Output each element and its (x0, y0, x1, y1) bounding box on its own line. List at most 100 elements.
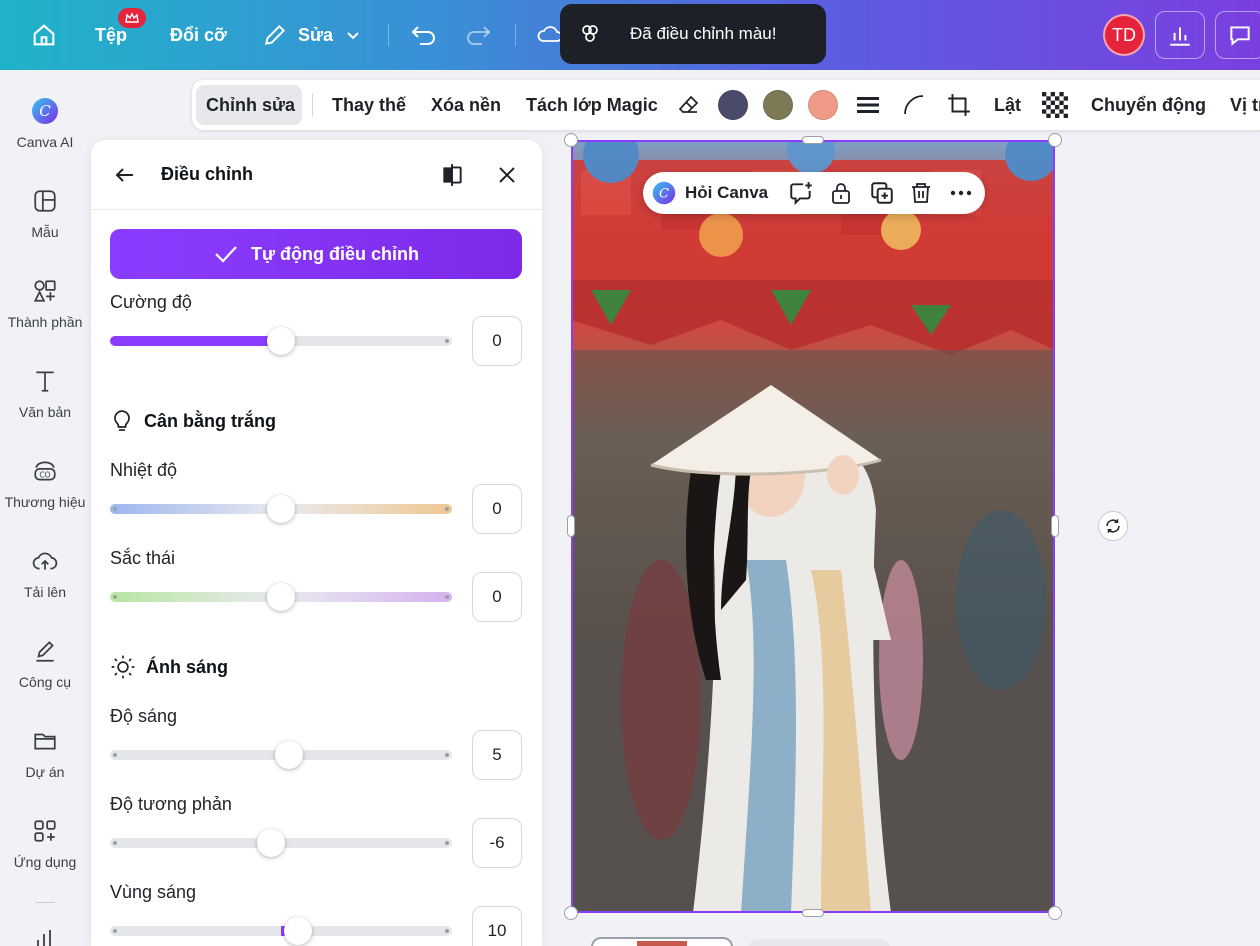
rail-item-projects[interactable]: Dự án (0, 724, 90, 780)
position-button[interactable]: Vị trí (1230, 80, 1260, 130)
ask-canva-button[interactable]: C Hỏi Canva (651, 172, 768, 214)
tint-value-input[interactable]: 0 (472, 572, 522, 622)
remove-background-button[interactable]: Xóa nền (431, 80, 501, 130)
corner-rounding-button[interactable] (902, 80, 926, 130)
contrast-slider[interactable] (110, 829, 452, 857)
white-balance-title: Cân bằng trắng (144, 410, 277, 431)
divider (312, 93, 313, 117)
slider-knob[interactable] (284, 917, 312, 945)
value-text: 0 (492, 331, 502, 350)
brightness-slider[interactable] (110, 741, 452, 769)
eraser-button[interactable] (677, 80, 701, 130)
temperature-value-input[interactable]: 0 (472, 484, 522, 534)
rail-label: Ứng dụng (13, 854, 77, 870)
resize-handle-left[interactable] (567, 515, 575, 537)
back-button[interactable] (113, 163, 137, 192)
user-avatar[interactable]: TD (1103, 14, 1145, 56)
color-adjust-icon (582, 25, 598, 42)
canvas-photo[interactable] (571, 140, 1055, 913)
resize-handle-top-left[interactable] (564, 133, 578, 147)
flip-button[interactable]: Lật (994, 80, 1021, 130)
rail-item-text[interactable]: Văn bản (0, 364, 90, 420)
resize-button[interactable]: Đổi cỡ (170, 0, 227, 70)
intensity-slider[interactable] (110, 327, 452, 355)
home-button[interactable] (30, 0, 58, 70)
upload-icon (32, 544, 58, 578)
slider-end-dot (113, 753, 117, 757)
chevron-down-icon (347, 32, 359, 40)
add-page-thumbnail[interactable] (748, 939, 890, 946)
compare-button[interactable] (439, 162, 465, 193)
rail-item-elements[interactable]: Thành phần (0, 274, 90, 330)
rail-item-canva-ai[interactable]: C Canva AI (0, 94, 90, 150)
panel-title: Điều chỉnh (161, 164, 254, 184)
value-text: -6 (489, 833, 505, 852)
add-comment-button[interactable] (788, 172, 814, 214)
resize-handle-bottom-right[interactable] (1048, 906, 1062, 920)
slider-knob[interactable] (267, 327, 295, 355)
rail-item-uploads[interactable]: Tải lên (0, 544, 90, 600)
rail-item-insights[interactable] (33, 928, 57, 946)
insights-button[interactable] (1155, 11, 1205, 59)
rail-label: Công cụ (18, 674, 72, 690)
border-style-button[interactable] (856, 80, 880, 130)
color-swatch-1[interactable] (718, 90, 748, 120)
undo-button[interactable] (410, 0, 438, 70)
page-thumbnail[interactable] (591, 937, 733, 946)
remove-bg-label: Xóa nền (431, 94, 502, 115)
duplicate-button[interactable] (869, 172, 895, 214)
context-toolbar: Chỉnh sửa Thay thế Xóa nền Tách lớp Magi… (192, 80, 1260, 130)
rail-item-tools[interactable]: Công cụ (0, 634, 90, 690)
avatar-initials: TD (1112, 24, 1136, 45)
slider-knob[interactable] (257, 829, 285, 857)
temperature-slider[interactable] (110, 495, 452, 523)
edit-photo-button[interactable]: Chỉnh sửa (206, 80, 295, 130)
slider-knob[interactable] (275, 741, 303, 769)
photo-illustration (571, 140, 1055, 913)
transparency-button[interactable] (1042, 80, 1068, 130)
lock-button[interactable] (829, 172, 853, 214)
file-label: Tệp (95, 24, 128, 45)
corner-radius-icon (904, 95, 924, 115)
slider-end-dot (445, 339, 449, 343)
rotate-handle[interactable] (1098, 511, 1128, 541)
color-swatch-3[interactable] (808, 90, 838, 120)
delete-button[interactable] (909, 172, 933, 214)
resize-handle-bottom[interactable] (802, 909, 824, 917)
rail-item-templates[interactable]: Mẫu (0, 184, 90, 240)
auto-adjust-button[interactable]: Tự động điều chỉnh (110, 229, 522, 279)
animate-button[interactable]: Chuyển động (1091, 80, 1206, 130)
resize-handle-right[interactable] (1051, 515, 1059, 537)
color-swatch-2[interactable] (763, 90, 793, 120)
edit-mode-dropdown[interactable]: Sửa (262, 0, 361, 70)
comments-button[interactable] (1215, 11, 1260, 59)
flip-label: Lật (994, 94, 1021, 115)
slider-knob[interactable] (267, 583, 295, 611)
magic-layers-button[interactable]: Tách lớp Magic (526, 80, 658, 130)
close-button[interactable] (495, 163, 519, 192)
slider-knob[interactable] (267, 495, 295, 523)
intensity-value-input[interactable]: 0 (472, 316, 522, 366)
pencil-icon (265, 24, 286, 45)
contrast-value-input[interactable]: -6 (472, 818, 522, 868)
replace-button[interactable]: Thay thế (332, 80, 406, 130)
lightbulb-icon (114, 410, 130, 431)
rail-item-apps[interactable]: Ứng dụng (0, 814, 90, 870)
resize-handle-top-right[interactable] (1048, 133, 1062, 147)
crop-button[interactable] (946, 80, 972, 130)
tint-slider[interactable] (110, 583, 452, 611)
redo-button[interactable] (464, 0, 492, 70)
resize-handle-bottom-left[interactable] (564, 906, 578, 920)
brightness-value-input[interactable]: 5 (472, 730, 522, 780)
more-options-button[interactable] (949, 172, 973, 214)
redo-icon (467, 26, 491, 45)
rail-item-brand[interactable]: CO Thương hiệu (0, 454, 90, 510)
highlights-value-input[interactable]: 10 (472, 906, 522, 946)
highlights-slider[interactable] (110, 917, 452, 945)
eraser-icon (678, 95, 699, 113)
rail-label: Văn bản (18, 404, 72, 420)
resize-handle-top[interactable] (802, 136, 824, 144)
comment-add-icon (790, 182, 812, 206)
left-rail: C Canva AI Mẫu Thành phần Văn bản CO Thư… (0, 70, 90, 946)
rail-label: Dự án (25, 764, 65, 780)
